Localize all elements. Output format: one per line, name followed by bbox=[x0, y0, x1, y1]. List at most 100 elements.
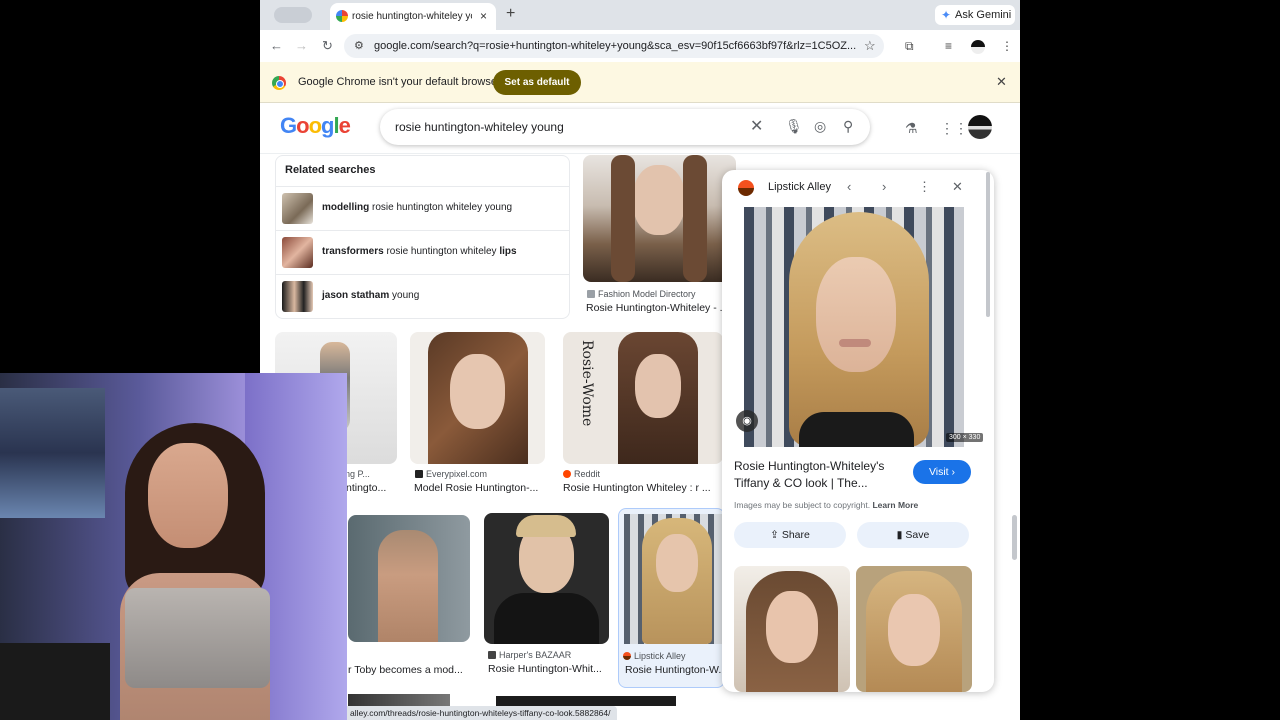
lipstick-alley-icon bbox=[623, 652, 631, 660]
profile-avatar[interactable] bbox=[971, 40, 985, 54]
result-title[interactable]: Rosie Huntington-Whit... bbox=[488, 663, 606, 675]
address-bar[interactable]: ⚙ google.com/search?q=rosie+huntington-w… bbox=[344, 34, 884, 58]
face-shape bbox=[450, 354, 505, 429]
result-title[interactable]: Rosie Huntington Whiteley : r ... bbox=[563, 482, 723, 494]
panel-main-image[interactable] bbox=[744, 207, 964, 447]
result-image bbox=[624, 514, 724, 644]
browser-toolbar: ← → ↻ ⚙ google.com/search?q=rosie+huntin… bbox=[260, 30, 1020, 62]
reload-icon[interactable]: ↻ bbox=[322, 38, 333, 54]
visit-button[interactable]: Visit › bbox=[913, 460, 971, 484]
result-source: Lipstick Alley bbox=[623, 651, 686, 661]
google-account-avatar[interactable] bbox=[968, 115, 992, 139]
chrome-logo-icon bbox=[272, 76, 286, 90]
status-bar-url: alley.com/threads/rosie-huntington-white… bbox=[344, 706, 617, 720]
result-image[interactable] bbox=[410, 332, 545, 464]
clear-search-icon[interactable]: ✕ bbox=[750, 116, 763, 136]
hair-shape bbox=[683, 155, 707, 282]
share-button[interactable]: ⇪ Share bbox=[734, 522, 846, 548]
panel-title[interactable]: Rosie Huntington-Whiteley's Tiffany & CO… bbox=[734, 458, 906, 492]
lipstick-alley-icon bbox=[738, 180, 754, 196]
panel-source-name[interactable]: Lipstick Alley bbox=[768, 181, 831, 193]
chair-shape bbox=[0, 643, 110, 720]
panel-scrollbar[interactable] bbox=[986, 172, 990, 317]
source-favicon-icon bbox=[587, 290, 595, 298]
default-browser-infobar: Google Chrome isn't your default browser… bbox=[260, 62, 1020, 103]
previous-image-icon[interactable]: ‹ bbox=[847, 179, 851, 194]
result-image[interactable] bbox=[484, 513, 609, 644]
result-title[interactable]: Model Rosie Huntington-... bbox=[414, 482, 549, 494]
bookmark-icon: ▮ bbox=[896, 529, 903, 541]
tab-search-button[interactable] bbox=[274, 7, 312, 23]
forward-icon[interactable]: → bbox=[295, 38, 308, 53]
search-query[interactable]: rosie huntington-whiteley young bbox=[395, 120, 564, 134]
menu-kebab-icon[interactable]: ⋮ bbox=[1001, 39, 1013, 53]
url-text: google.com/search?q=rosie+huntington-whi… bbox=[374, 40, 857, 52]
image-dimensions: 300 × 330 bbox=[946, 433, 984, 442]
search-icon[interactable]: ⚲ bbox=[843, 118, 853, 135]
result-image[interactable] bbox=[348, 694, 450, 706]
bookmark-star-icon[interactable]: ☆ bbox=[864, 38, 876, 54]
result-title: Rosie Huntington-W... bbox=[625, 664, 723, 676]
next-image-icon[interactable]: › bbox=[882, 179, 886, 194]
related-thumb bbox=[282, 281, 313, 312]
result-image[interactable] bbox=[583, 155, 736, 282]
figure-shape bbox=[378, 530, 438, 642]
related-image[interactable] bbox=[856, 566, 972, 692]
result-image[interactable]: Rosie-Wome bbox=[563, 332, 723, 464]
ask-gemini-label: Ask Gemini bbox=[955, 9, 1012, 21]
result-source: Reddit bbox=[563, 469, 600, 479]
labs-flask-icon[interactable]: ⚗ bbox=[905, 120, 918, 137]
face-shape bbox=[888, 594, 940, 666]
result-title[interactable]: Rosie Huntington-Whiteley - ... bbox=[586, 302, 728, 314]
result-title[interactable]: r Toby becomes a mod... bbox=[348, 664, 468, 676]
google-favicon-icon bbox=[336, 10, 348, 22]
ask-gemini-button[interactable]: ✦ Ask Gemini bbox=[935, 5, 1015, 25]
face-shape bbox=[656, 534, 698, 592]
top-shape bbox=[799, 412, 914, 447]
set-as-default-button[interactable]: Set as default bbox=[493, 70, 581, 95]
search-box[interactable]: rosie huntington-whiteley young ✕ 🎙 ◎ ⚲ bbox=[380, 109, 870, 145]
selected-result-card[interactable]: Lipstick Alley Rosie Huntington-W... bbox=[618, 508, 725, 688]
face-shape bbox=[635, 354, 681, 418]
related-item[interactable]: jason statham young bbox=[276, 274, 569, 318]
related-searches: Related searches modelling rosie hunting… bbox=[275, 155, 570, 319]
lens-icon[interactable]: ◉ bbox=[736, 410, 758, 432]
learn-more-link[interactable]: Learn More bbox=[872, 500, 918, 510]
related-image[interactable] bbox=[734, 566, 850, 692]
tab-close-icon[interactable]: × bbox=[480, 9, 487, 23]
cast-icon[interactable]: ⧉ bbox=[905, 39, 914, 54]
share-icon: ⇪ bbox=[770, 529, 779, 541]
lens-search-icon[interactable]: ◎ bbox=[814, 118, 826, 135]
apps-grid-icon[interactable]: ⋮⋮ bbox=[940, 120, 968, 137]
webcam-overlay bbox=[0, 373, 347, 720]
voice-search-icon[interactable]: 🎙 bbox=[785, 118, 803, 135]
related-item[interactable]: transformers rosie huntington whiteley l… bbox=[276, 230, 569, 274]
face-shape bbox=[148, 443, 228, 548]
active-tab[interactable]: rosie huntington-whiteley you × bbox=[330, 3, 496, 30]
google-logo[interactable]: Google bbox=[280, 113, 351, 139]
related-item-label: transformers rosie huntington whiteley l… bbox=[322, 246, 517, 257]
infobar-close-icon[interactable]: ✕ bbox=[996, 74, 1007, 90]
related-item-label: jason statham young bbox=[322, 290, 420, 301]
related-thumb bbox=[282, 193, 313, 224]
related-item[interactable]: modelling rosie huntington whiteley youn… bbox=[276, 186, 569, 230]
reddit-icon bbox=[563, 470, 571, 478]
hair-shape bbox=[516, 515, 576, 537]
more-options-icon[interactable]: ⋮ bbox=[918, 179, 931, 195]
site-info-icon[interactable]: ⚙ bbox=[354, 39, 364, 52]
dress-shape bbox=[494, 593, 599, 644]
lips-shape bbox=[839, 339, 871, 347]
result-source: Fashion Model Directory bbox=[587, 289, 696, 299]
result-title[interactable]: ntingto... bbox=[346, 482, 401, 494]
result-image[interactable] bbox=[348, 515, 470, 642]
media-icon[interactable]: ≡ bbox=[945, 39, 952, 53]
close-panel-icon[interactable]: ✕ bbox=[952, 179, 963, 195]
new-tab-button[interactable]: + bbox=[506, 5, 515, 23]
page-scrollbar[interactable] bbox=[1012, 515, 1017, 560]
back-icon[interactable]: ← bbox=[270, 38, 283, 53]
hair-shape bbox=[611, 155, 635, 282]
result-image[interactable] bbox=[496, 696, 676, 706]
save-button[interactable]: ▮ Save bbox=[857, 522, 969, 548]
result-source: Everypixel.com bbox=[415, 469, 487, 479]
source-favicon-icon bbox=[415, 470, 423, 478]
